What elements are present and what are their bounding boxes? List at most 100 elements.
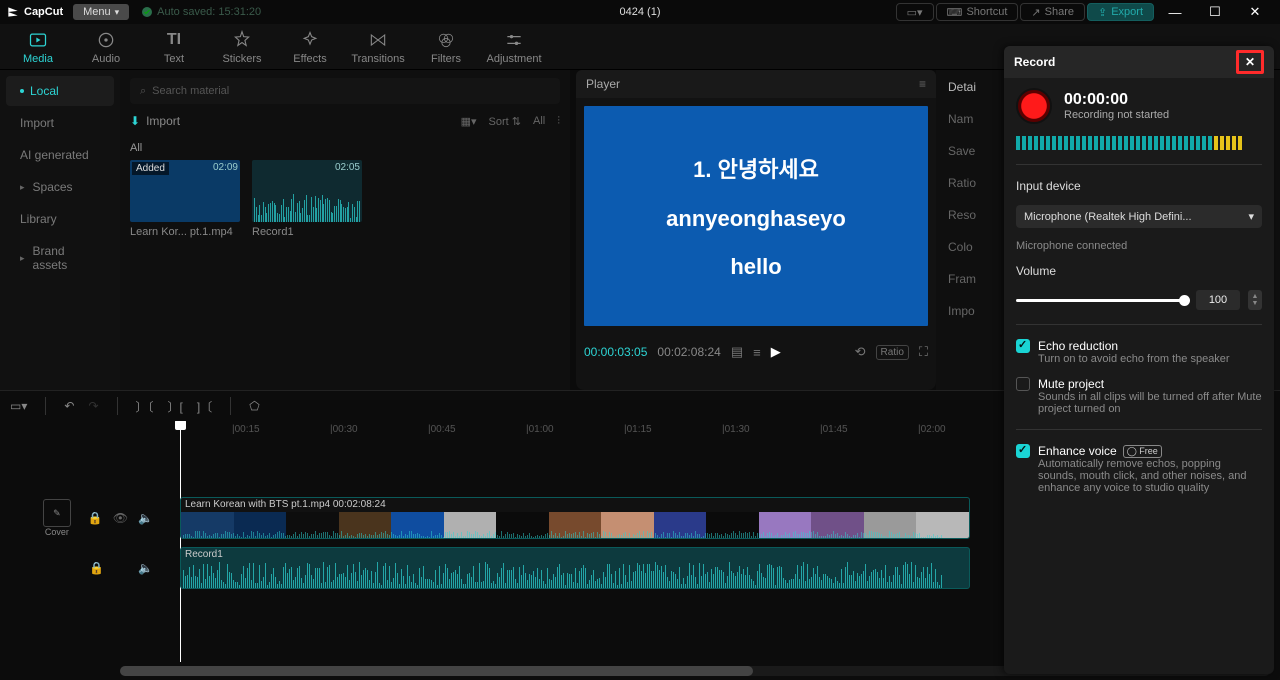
tab-stickers[interactable]: Stickers	[218, 29, 266, 65]
audio-icon	[95, 29, 117, 51]
record-status: Recording not started	[1064, 109, 1169, 121]
volume-label: Volume	[1016, 264, 1262, 278]
audio-clip[interactable]: Record1	[180, 547, 970, 589]
player-panel: Player ≡ 1. 안녕하세요 annyeonghaseyo hello 0…	[576, 70, 936, 390]
tab-audio[interactable]: Audio	[82, 29, 130, 65]
input-device-label: Input device	[1016, 179, 1262, 193]
effects-icon	[299, 29, 321, 51]
layout-button[interactable]: ▭▾	[896, 3, 934, 21]
play-button[interactable]: ▶	[771, 344, 781, 360]
record-button[interactable]	[1016, 88, 1052, 124]
tab-effects[interactable]: Effects	[286, 29, 334, 65]
import-icon: ⬇	[130, 114, 140, 128]
share-button[interactable]: ↗ Share	[1020, 3, 1085, 21]
player-menu-icon[interactable]: ≡	[919, 77, 926, 91]
input-device-select[interactable]: Microphone (Realtek High Defini...▾	[1016, 205, 1262, 228]
filter-all-button[interactable]: All	[533, 115, 545, 127]
media-icon	[27, 29, 49, 51]
grid-icon[interactable]: ▤	[731, 344, 743, 360]
mute-icon[interactable]: 🔈	[138, 511, 153, 525]
enhance-label: Enhance voice	[1038, 444, 1117, 458]
maximize-button[interactable]: ☐	[1196, 1, 1234, 23]
adjust-icon	[503, 29, 525, 51]
level-meter	[1016, 136, 1262, 150]
timecode-current: 00:00:03:05	[584, 345, 647, 359]
split-right-icon[interactable]: ]〔	[197, 398, 212, 415]
stickers-icon	[231, 29, 253, 51]
ratio-button[interactable]: Ratio	[876, 345, 909, 360]
brand-logo: CapCut	[6, 5, 63, 19]
transitions-icon	[367, 29, 389, 51]
marker-icon[interactable]: ⬠	[249, 399, 259, 413]
sidebar-item-local[interactable]: Local	[6, 76, 114, 106]
capture-icon[interactable]: ⟲	[855, 344, 866, 360]
fullscreen-icon[interactable]: ⛶	[919, 344, 928, 360]
tab-text[interactable]: TIText	[150, 29, 198, 65]
video-clip[interactable]: Learn Korean with BTS pt.1.mp4 00:02:08:…	[180, 497, 970, 539]
timecode-total: 00:02:08:24	[657, 345, 720, 359]
sidebar-item-brand[interactable]: ▸Brand assets	[6, 236, 114, 280]
view-grid-button[interactable]: ▦▾	[461, 115, 477, 128]
lock-icon[interactable]: 🔒	[88, 511, 103, 525]
media-clip[interactable]: Added02:09 Learn Kor... pt.1.mp4	[130, 160, 240, 238]
record-title: Record	[1014, 55, 1055, 69]
record-time: 00:00:00	[1064, 91, 1169, 109]
media-panel: ⌕ Search material ⬇ Import ▦▾ Sort ⇅ All…	[120, 70, 570, 390]
project-title: 0424 (1)	[620, 6, 661, 18]
import-button[interactable]: Import	[146, 114, 180, 128]
stage-line1: 1. 안녕하세요	[693, 152, 819, 184]
split-left-icon[interactable]: 〕[	[168, 398, 183, 415]
undo-button[interactable]: ↶	[64, 399, 74, 413]
mute-label: Mute project	[1038, 377, 1262, 391]
cover-button[interactable]: ✎Cover	[42, 499, 72, 537]
titlebar: CapCut Menu▾ Auto saved: 15:31:20 0424 (…	[0, 0, 1280, 24]
enhance-checkbox[interactable]	[1016, 444, 1030, 458]
sidebar-item-import[interactable]: Import	[6, 108, 114, 138]
text-icon: TI	[163, 29, 185, 51]
export-button[interactable]: ⇪ Export	[1087, 3, 1154, 21]
menu-button[interactable]: Menu▾	[73, 4, 129, 20]
mic-status: Microphone connected	[1016, 240, 1262, 252]
close-window-button[interactable]: ✕	[1236, 1, 1274, 23]
pointer-tool[interactable]: ▭▾	[10, 399, 27, 413]
tab-filters[interactable]: Filters	[422, 29, 470, 65]
media-clip[interactable]: 02:05 Record1	[252, 160, 362, 238]
chevron-down-icon: ▾	[1248, 210, 1254, 223]
search-input[interactable]: ⌕ Search material	[130, 78, 560, 104]
tab-transitions[interactable]: Transitions	[354, 29, 402, 65]
tab-adjustment[interactable]: Adjustment	[490, 29, 538, 65]
player-title: Player	[586, 77, 620, 91]
filter-icon[interactable]: ⫶	[557, 115, 560, 128]
sidebar-item-spaces[interactable]: ▸Spaces	[6, 172, 114, 202]
filters-icon	[435, 29, 457, 51]
sidebar-item-library[interactable]: Library	[6, 204, 114, 234]
all-label: All	[130, 142, 560, 154]
redo-button[interactable]: ↷	[88, 399, 98, 413]
shortcut-button[interactable]: ⌨ Shortcut	[936, 3, 1019, 21]
volume-slider[interactable]	[1016, 299, 1188, 302]
record-close-button[interactable]: ✕	[1236, 50, 1264, 74]
lock-icon[interactable]: 🔒	[89, 561, 104, 575]
tab-media[interactable]: Media	[14, 29, 62, 65]
search-icon: ⌕	[140, 85, 146, 98]
eye-icon[interactable]: 👁	[113, 511, 128, 525]
media-sidebar: Local Import AI generated ▸Spaces Librar…	[0, 70, 120, 390]
volume-value[interactable]: 100	[1196, 290, 1240, 310]
stage-line3: hello	[730, 254, 781, 280]
echo-label: Echo reduction	[1038, 339, 1230, 353]
minimize-button[interactable]: —	[1156, 1, 1194, 23]
brand-text: CapCut	[24, 6, 63, 18]
volume-stepper[interactable]: ▲▼	[1248, 290, 1262, 310]
list-icon[interactable]: ≡	[753, 345, 761, 360]
free-badge: ◯ Free	[1123, 445, 1162, 458]
split-icon[interactable]: 〕〔	[136, 398, 154, 415]
stage-line2: annyeonghaseyo	[666, 206, 846, 232]
player-stage[interactable]: 1. 안녕하세요 annyeonghaseyo hello	[584, 106, 928, 326]
mute-icon[interactable]: 🔈	[138, 561, 153, 575]
sidebar-item-ai[interactable]: AI generated	[6, 140, 114, 170]
mute-checkbox[interactable]	[1016, 377, 1030, 391]
record-panel: Record ✕ 00:00:00 Recording not started …	[1004, 46, 1274, 674]
autosave-status: Auto saved: 15:31:20	[141, 6, 261, 18]
sort-button[interactable]: Sort ⇅	[489, 115, 521, 128]
echo-checkbox[interactable]	[1016, 339, 1030, 353]
